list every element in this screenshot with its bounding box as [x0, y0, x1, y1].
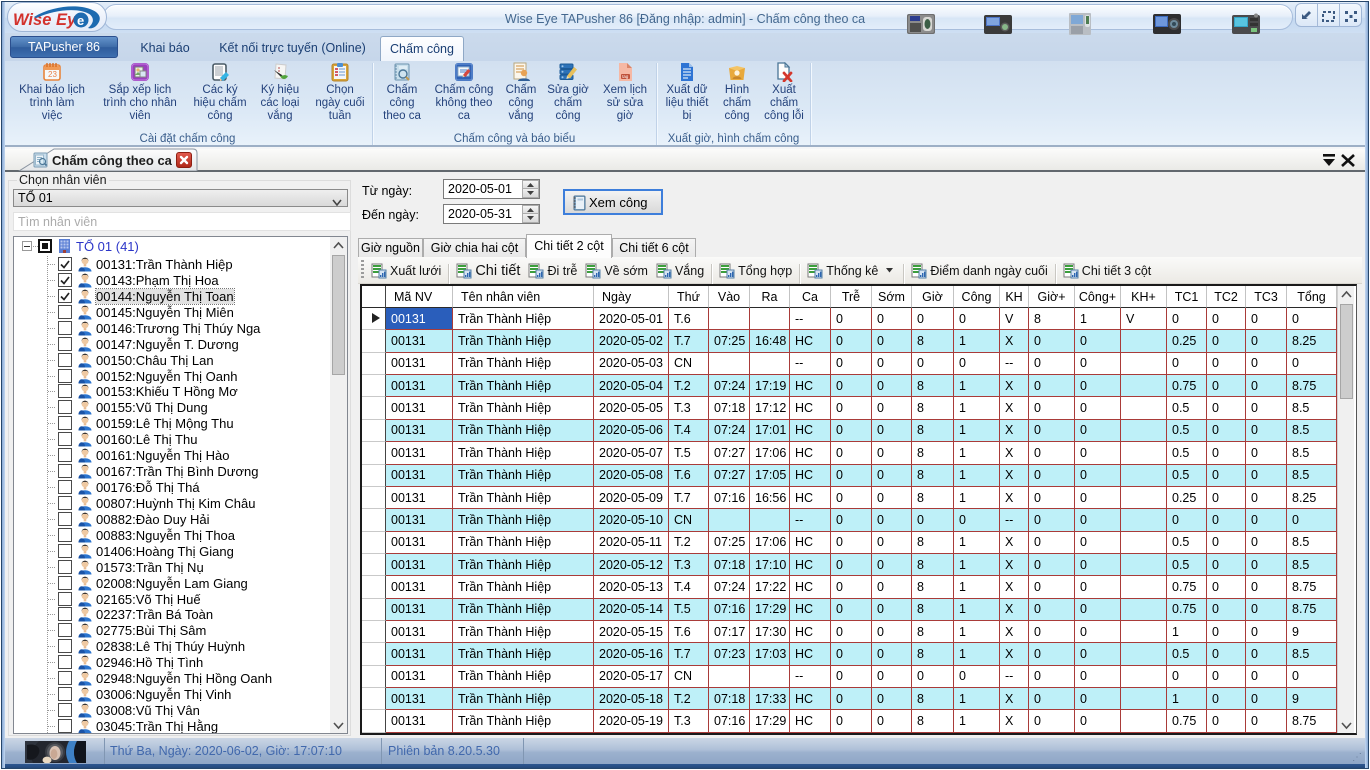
- svg-text:tag: tag: [622, 74, 629, 79]
- svg-text:e: e: [77, 13, 84, 28]
- svg-text:23: 23: [48, 70, 57, 79]
